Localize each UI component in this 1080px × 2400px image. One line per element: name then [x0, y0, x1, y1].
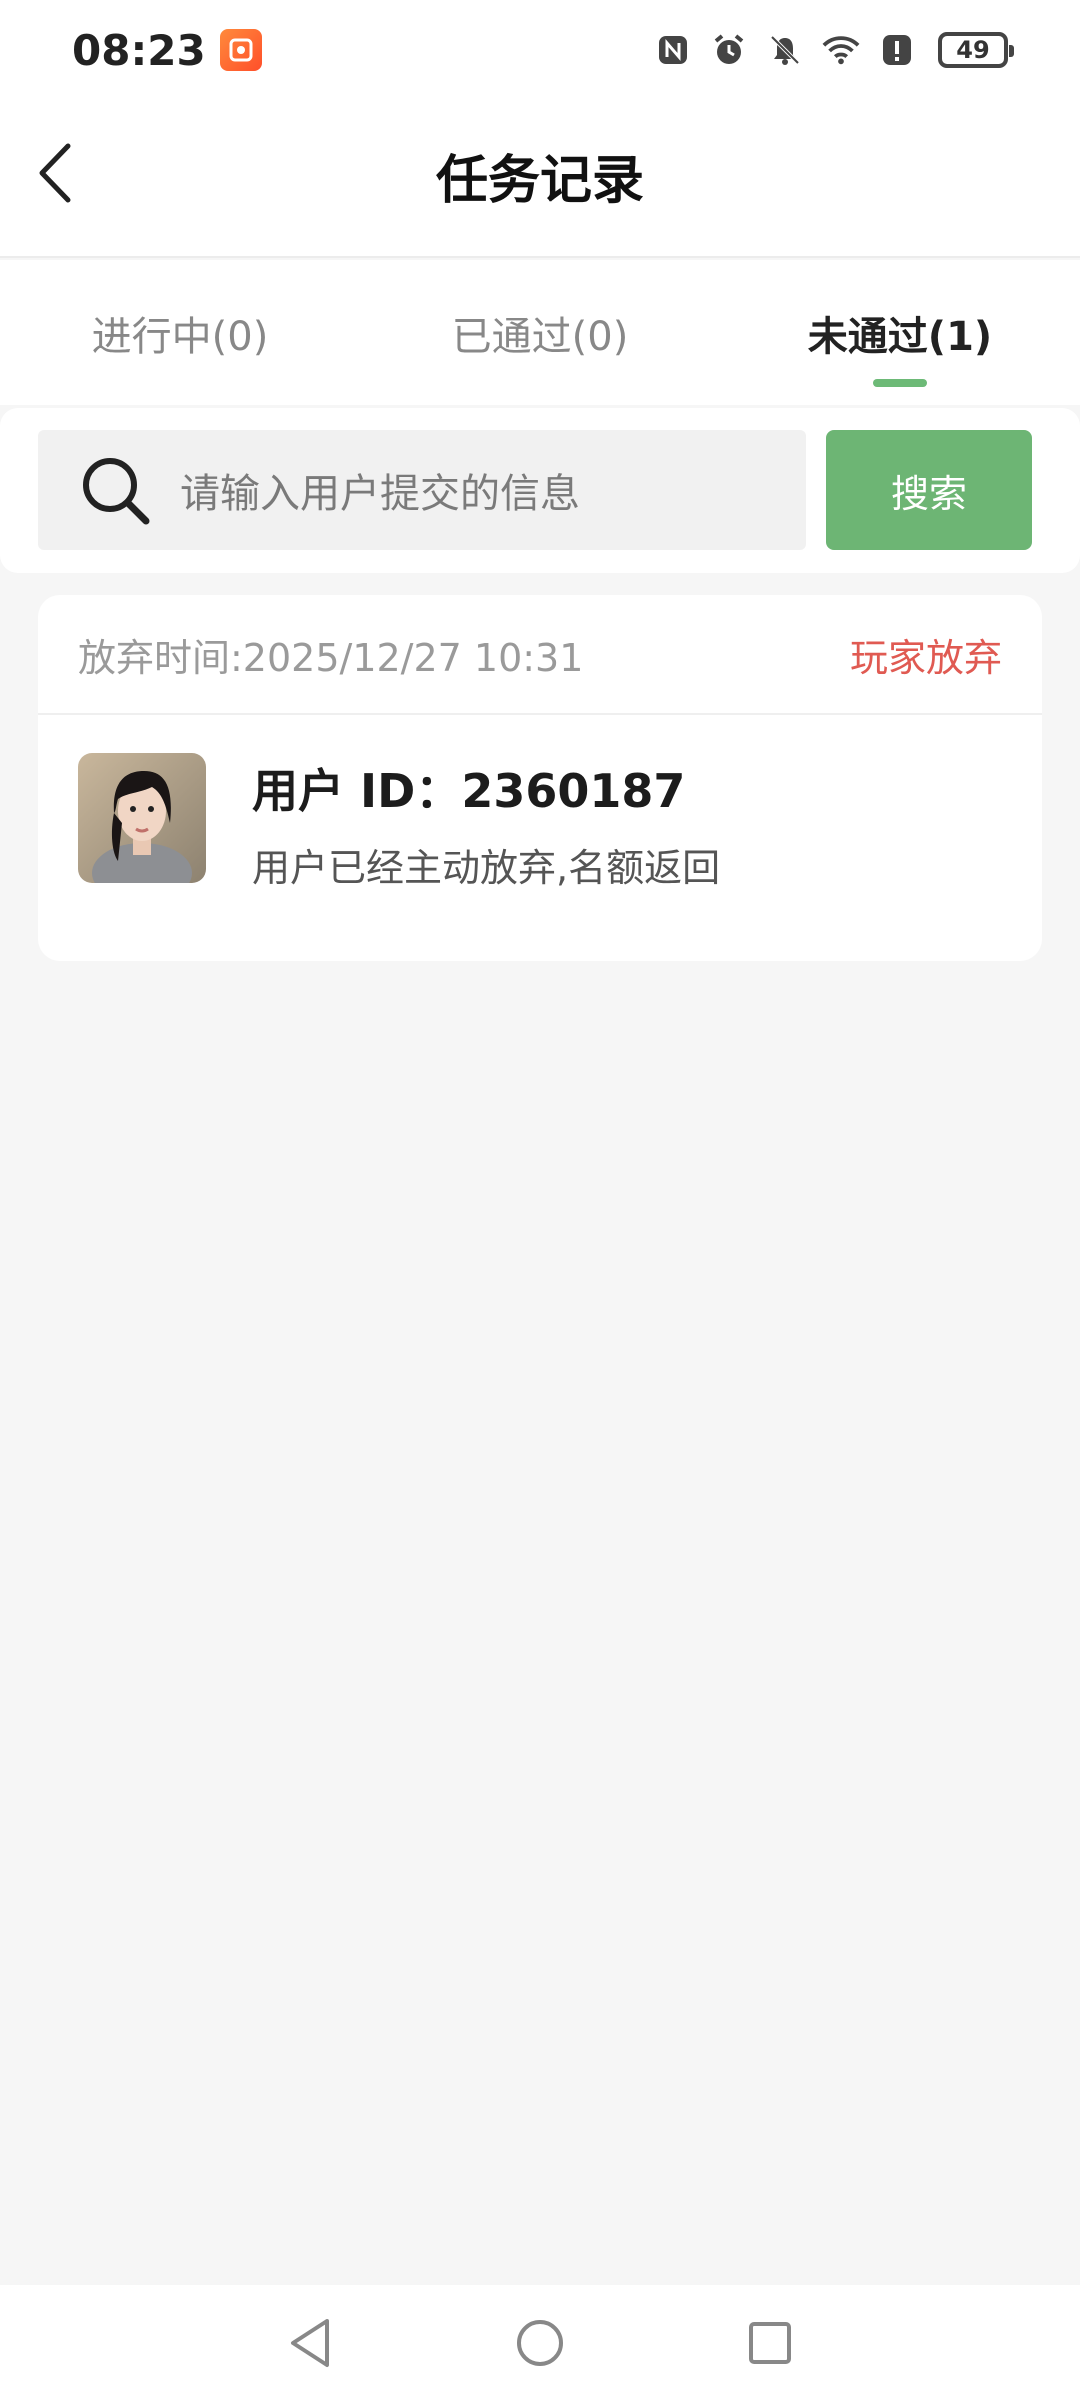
tab-bar: 进行中(0) 已通过(0) 未通过(1) [0, 260, 1080, 405]
wifi-icon [822, 31, 860, 69]
record-card[interactable]: 放弃时间:2025/12/27 10:31 玩家放弃 用户 ID：2360187… [38, 595, 1042, 961]
user-id: 用户 ID：2360187 [252, 764, 686, 818]
search-button[interactable]: 搜索 [826, 430, 1032, 550]
screen: 08:23 49 任务记录 进行中(0) 已通过(0) 未通过(1) 请输入用户… [0, 0, 1080, 2400]
alert-icon [878, 31, 916, 69]
avatar [78, 753, 206, 883]
tab-failed[interactable]: 未通过(1) [720, 260, 1080, 405]
page-title: 任务记录 [435, 151, 644, 211]
search-bar: 请输入用户提交的信息 搜索 [0, 408, 1080, 573]
battery-icon: 49 [938, 32, 1014, 68]
nfc-icon [654, 31, 692, 69]
system-nav-bar [0, 2285, 1080, 2400]
tab-passed[interactable]: 已通过(0) [360, 260, 720, 405]
tab-label: 未通过(1) [807, 313, 993, 360]
alarm-icon [710, 31, 748, 69]
mute-bell-icon [766, 31, 804, 69]
status-left: 08:23 [72, 26, 262, 75]
tab-in-progress[interactable]: 进行中(0) [0, 260, 360, 405]
active-tab-indicator [873, 379, 927, 387]
record-message: 用户已经主动放弃,名额返回 [252, 846, 721, 890]
tab-label: 进行中(0) [91, 313, 269, 360]
record-card-body: 用户 ID：2360187 用户已经主动放弃,名额返回 [38, 715, 1042, 961]
status-time: 08:23 [72, 25, 206, 75]
search-icon [83, 458, 150, 525]
status-right: 49 [654, 31, 1014, 69]
tab-label: 已通过(0) [451, 313, 629, 360]
app-notification-icon [219, 29, 262, 71]
header: 任务记录 [0, 100, 1080, 258]
nav-recents-icon[interactable] [740, 2313, 800, 2373]
record-card-header: 放弃时间:2025/12/27 10:31 玩家放弃 [38, 595, 1042, 715]
status-badge: 玩家放弃 [849, 635, 1002, 680]
nav-back-icon[interactable] [280, 2313, 340, 2373]
status-bar: 08:23 49 [0, 0, 1080, 100]
search-placeholder: 请输入用户提交的信息 [180, 471, 580, 517]
nav-home-icon[interactable] [510, 2313, 570, 2373]
abandon-time: 放弃时间:2025/12/27 10:31 [78, 635, 584, 680]
search-input[interactable]: 请输入用户提交的信息 [38, 430, 806, 550]
